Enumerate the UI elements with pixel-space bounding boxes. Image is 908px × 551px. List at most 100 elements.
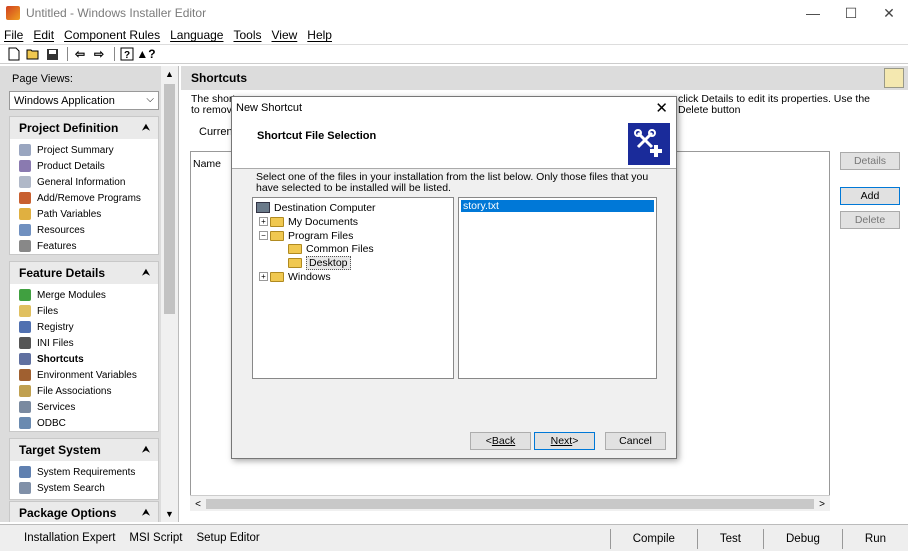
window-title: Untitled - Windows Installer Editor — [26, 6, 207, 20]
dialog-close-icon[interactable]: ✕ — [655, 99, 668, 117]
toolbar-separator — [114, 47, 115, 61]
nav-item-general-information[interactable]: General Information — [10, 174, 158, 190]
app-icon — [6, 6, 20, 20]
environment-variables-icon — [19, 369, 31, 381]
expand-icon[interactable]: + — [259, 272, 268, 281]
expand-icon[interactable]: + — [259, 217, 268, 226]
nav-item-environment-variables[interactable]: Environment Variables — [10, 367, 158, 383]
cancel-button[interactable]: Cancel — [605, 432, 666, 450]
files-icon — [19, 305, 31, 317]
nav-item-project-summary[interactable]: Project Summary — [10, 142, 158, 158]
group-header[interactable]: Project Definition ⮝ — [10, 117, 158, 139]
tab-setup-editor[interactable]: Setup Editor — [189, 532, 266, 544]
status-bar: Installation Expert MSI Script Setup Edi… — [0, 524, 908, 551]
page-views-label: Page Views: — [12, 73, 73, 85]
menu-edit[interactable]: Edit — [33, 28, 54, 42]
collapse-icon[interactable]: ⮝ — [140, 121, 152, 133]
tree-node-my-documents[interactable]: + My Documents — [259, 215, 358, 228]
nav-item-registry[interactable]: Registry — [10, 319, 158, 335]
nav-item-odbc[interactable]: ODBC — [10, 415, 158, 431]
tree-node-windows[interactable]: + Windows — [259, 270, 331, 283]
dialog-title-bar: New Shortcut ✕ — [232, 97, 676, 119]
group-target-system: Target System ⮝ System Requirements Syst… — [9, 438, 159, 500]
compile-button[interactable]: Compile — [611, 533, 697, 545]
nav-item-ini-files[interactable]: INI Files — [10, 335, 158, 351]
toolbar: ⇦ ⇨ ? ▲? — [0, 44, 908, 64]
back-button[interactable]: < Back — [470, 432, 531, 450]
group-header[interactable]: Package Options ⮝ — [10, 502, 158, 522]
nav-item-shortcuts[interactable]: Shortcuts — [10, 351, 158, 367]
file-associations-icon — [19, 385, 31, 397]
group-header[interactable]: Target System ⮝ — [10, 439, 158, 461]
system-search-icon — [19, 482, 31, 494]
tree-node-desktop[interactable]: Desktop — [288, 255, 351, 270]
back-arrow-icon[interactable]: ⇦ — [72, 46, 88, 62]
scrollbar-thumb[interactable] — [206, 499, 814, 509]
nav-item-path-variables[interactable]: Path Variables — [10, 206, 158, 222]
ini-files-icon — [19, 337, 31, 349]
collapse-icon[interactable]: ⮝ — [140, 266, 152, 278]
collapse-icon[interactable]: − — [259, 231, 268, 240]
tree-node-destination-computer[interactable]: Destination Computer — [256, 201, 376, 214]
destination-folder-tree[interactable]: Destination Computer + My Documents − Pr… — [252, 197, 454, 379]
scroll-right-icon[interactable]: > — [814, 496, 830, 512]
horizontal-scrollbar[interactable]: < > — [190, 495, 830, 511]
menu-language[interactable]: Language — [170, 28, 223, 42]
details-button[interactable]: Details — [840, 152, 900, 170]
nav-item-features[interactable]: Features — [10, 238, 158, 254]
open-folder-icon[interactable] — [25, 46, 41, 62]
nav-item-file-associations[interactable]: File Associations — [10, 383, 158, 399]
column-header-name[interactable]: Name — [193, 158, 221, 170]
page-views-select[interactable]: Windows Application ⌵ — [9, 91, 159, 110]
left-pane-scrollbar[interactable]: ▲ ▼ — [161, 66, 178, 522]
nav-item-system-search[interactable]: System Search — [10, 480, 158, 496]
maximize-button[interactable]: ☐ — [832, 0, 870, 26]
nav-item-add-remove-programs[interactable]: Add/Remove Programs — [10, 190, 158, 206]
dialog-instructions: Select one of the files in your installa… — [256, 171, 649, 194]
nav-item-files[interactable]: Files — [10, 303, 158, 319]
whats-this-help-icon[interactable]: ▲? — [136, 46, 155, 62]
collapse-icon[interactable]: ⮝ — [140, 443, 152, 455]
next-button[interactable]: Next > — [534, 432, 595, 450]
file-list[interactable]: story.txt — [458, 197, 657, 379]
collapse-icon[interactable]: ⮝ — [140, 506, 152, 518]
help-icon[interactable]: ? — [119, 46, 135, 62]
minimize-button[interactable]: — — [794, 0, 832, 26]
tree-node-common-files[interactable]: Common Files — [288, 242, 374, 255]
scroll-up-icon[interactable]: ▲ — [161, 66, 178, 82]
scroll-left-icon[interactable]: < — [190, 496, 206, 512]
tab-msi-script[interactable]: MSI Script — [122, 532, 189, 544]
file-item-story-txt[interactable]: story.txt — [461, 200, 654, 212]
add-button[interactable]: Add — [840, 187, 900, 205]
scroll-down-icon[interactable]: ▼ — [161, 506, 178, 522]
new-shortcut-dialog: New Shortcut ✕ Shortcut File Selection S… — [231, 96, 677, 459]
group-header[interactable]: Feature Details ⮝ — [10, 262, 158, 284]
new-file-icon[interactable] — [6, 46, 22, 62]
forward-arrow-icon[interactable]: ⇨ — [91, 46, 107, 62]
run-button[interactable]: Run — [843, 533, 908, 545]
path-variables-icon — [19, 208, 31, 220]
general-information-icon — [19, 176, 31, 188]
nav-item-merge-modules[interactable]: Merge Modules — [10, 287, 158, 303]
nav-item-system-requirements[interactable]: System Requirements — [10, 464, 158, 480]
menu-file[interactable]: File — [4, 28, 23, 42]
menu-help[interactable]: Help — [307, 28, 332, 42]
group-title: Package Options — [19, 506, 117, 520]
folder-open-icon — [270, 230, 284, 241]
menu-tools[interactable]: Tools — [233, 28, 261, 42]
group-package-options: Package Options ⮝ — [9, 501, 159, 522]
tab-installation-expert[interactable]: Installation Expert — [0, 532, 122, 544]
delete-button[interactable]: Delete — [840, 211, 900, 229]
nav-item-product-details[interactable]: Product Details — [10, 158, 158, 174]
scrollbar-thumb[interactable] — [164, 84, 175, 314]
nav-item-services[interactable]: Services — [10, 399, 158, 415]
dialog-banner: Shortcut File Selection — [232, 119, 676, 169]
test-button[interactable]: Test — [698, 533, 763, 545]
menu-view[interactable]: View — [272, 28, 298, 42]
close-button[interactable]: ✕ — [870, 0, 908, 26]
nav-item-resources[interactable]: Resources — [10, 222, 158, 238]
debug-button[interactable]: Debug — [764, 533, 842, 545]
tree-node-program-files[interactable]: − Program Files — [259, 229, 353, 242]
menu-component-rules[interactable]: Component Rules — [64, 28, 160, 42]
save-icon[interactable] — [44, 46, 60, 62]
